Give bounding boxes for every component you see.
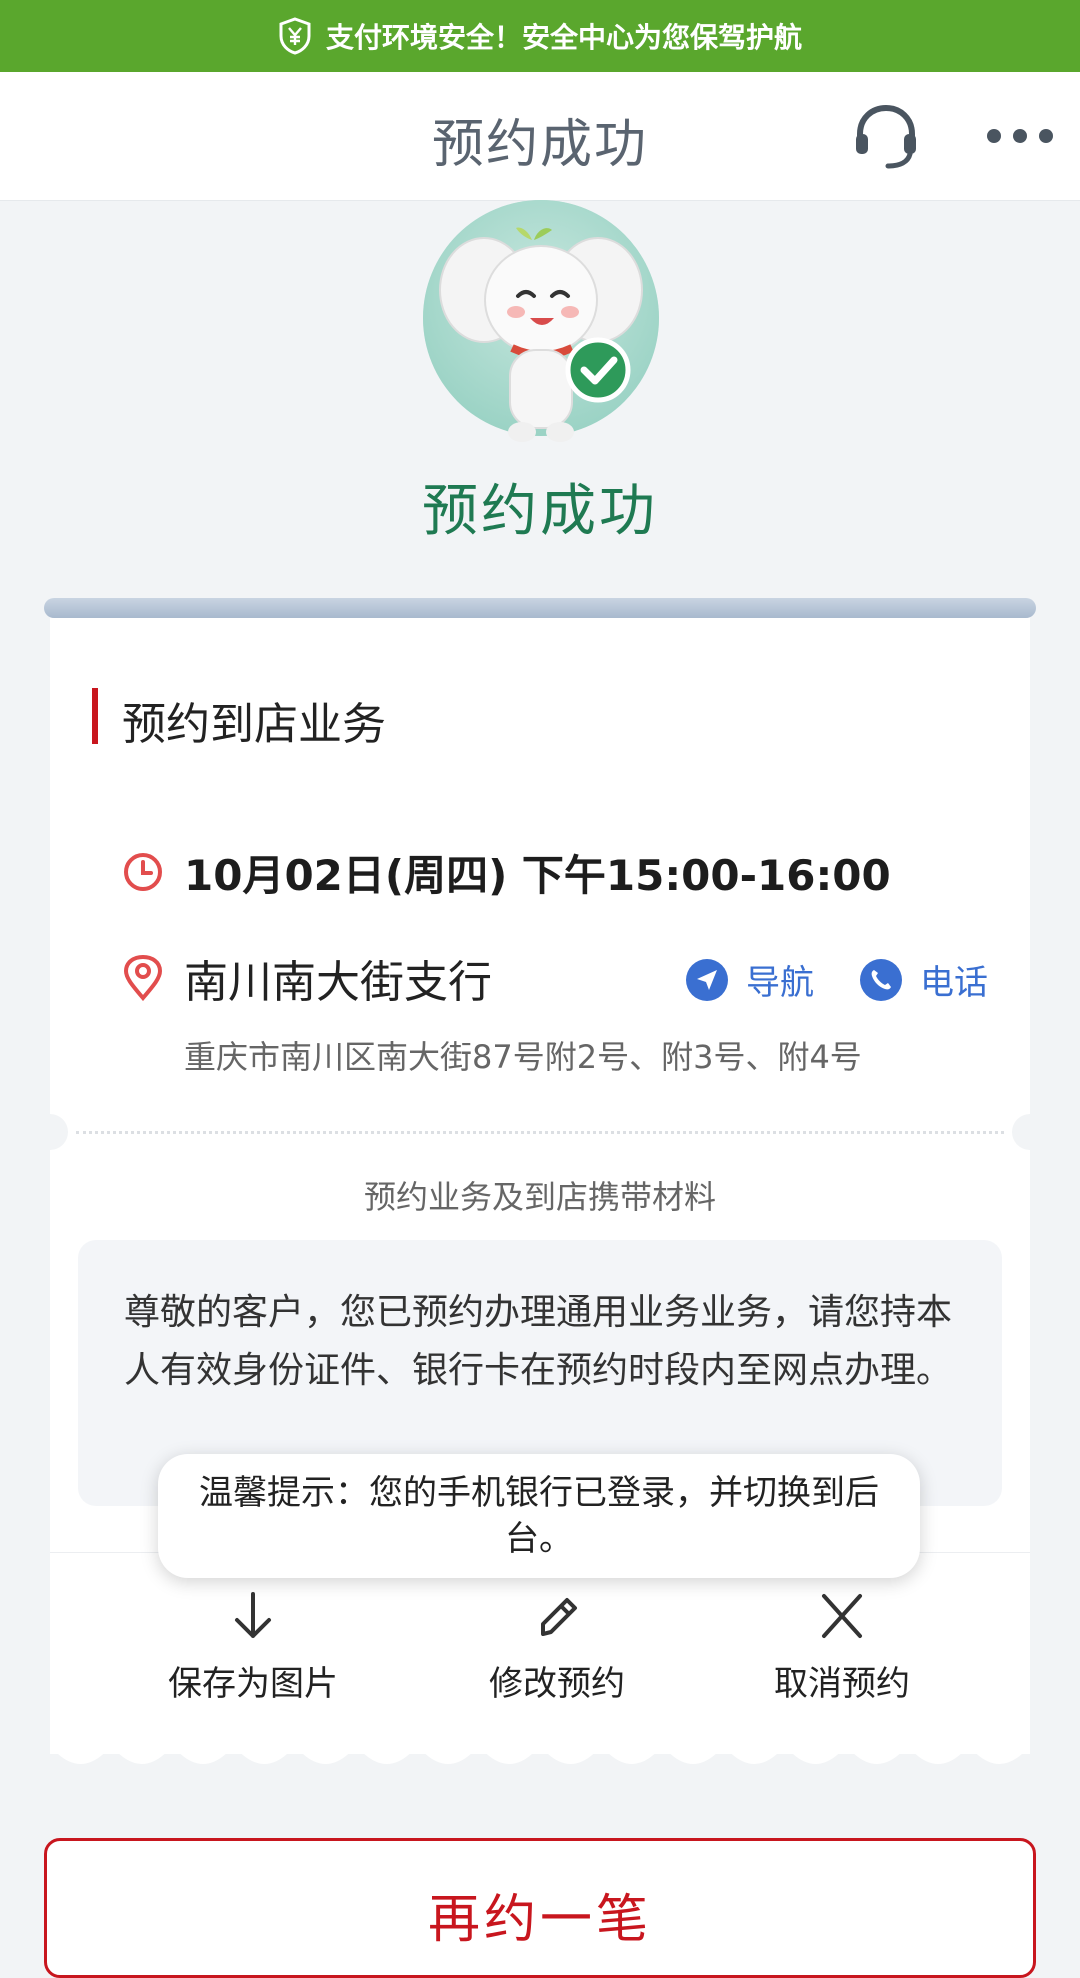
ticket-notch-left — [32, 1114, 68, 1150]
section-marker — [92, 688, 98, 744]
ticket-notch-right — [1012, 1114, 1048, 1150]
modify-appointment-label: 修改预约 — [489, 1664, 625, 1704]
book-again-label: 再约一笔 — [427, 1890, 652, 1950]
ticket-scallop-edge — [50, 1744, 1030, 1774]
navigation-arrow-icon — [686, 958, 728, 1001]
toast-message: 温馨提示：您的手机银行已登录，并切换到后台。 — [158, 1454, 920, 1578]
appointment-time-row: 10月02日(周四) 下午15:00-16:00 — [122, 844, 891, 900]
materials-title: 预约业务及到店携带材料 — [363, 1178, 716, 1216]
phone-icon — [860, 958, 902, 1001]
card-top-bar — [44, 598, 1036, 618]
save-image-button[interactable]: 保存为图片 — [143, 1590, 363, 1705]
security-banner-text: 支付环境安全！安全中心为您保驾护航 — [325, 21, 802, 54]
appointment-time: 10月02日(周四) 下午15:00-16:00 — [184, 850, 891, 900]
section-title: 预约到店业务 — [122, 699, 386, 750]
modify-appointment-button[interactable]: 修改预约 — [447, 1590, 667, 1705]
security-banner: 支付环境安全！安全中心为您保驾护航 — [0, 0, 1080, 72]
clock-icon — [124, 853, 162, 891]
toast-text: 温馨提示：您的手机银行已登录，并切换到后台。 — [199, 1473, 879, 1559]
more-dots-icon[interactable] — [980, 112, 1060, 160]
notice-text: 尊敬的客户，您已预约办理通用业务业务，请您持本人有效身份证件、银行卡在预约时段内… — [124, 1292, 953, 1391]
branch-address: 重庆市南川区南大街87号附2号、附3号、附4号 — [184, 1038, 862, 1076]
save-image-label: 保存为图片 — [168, 1664, 338, 1704]
page-header: 预约成功 — [0, 72, 1080, 201]
cancel-appointment-label: 取消预约 — [774, 1664, 910, 1704]
branch-row: 南川南大街支行 — [122, 950, 492, 1008]
book-again-button[interactable]: 再约一笔 — [44, 1838, 1036, 1978]
cancel-appointment-button[interactable]: 取消预约 — [732, 1590, 952, 1705]
call-label: 电话 — [920, 963, 988, 1003]
success-title: 预约成功 — [422, 479, 658, 544]
dashed-divider — [76, 1131, 1004, 1134]
headset-icon[interactable] — [850, 100, 922, 172]
elephant-mascot-check — [423, 200, 659, 442]
edit-pencil-icon — [541, 1598, 577, 1636]
close-x-icon — [822, 1594, 862, 1638]
shield-yen-icon — [279, 17, 311, 55]
call-button[interactable]: 电话 — [860, 955, 988, 1004]
navigate-label: 导航 — [746, 963, 814, 1003]
download-arrow-icon — [235, 1592, 271, 1638]
location-pin-icon — [123, 955, 163, 1001]
navigate-button[interactable]: 导航 — [686, 955, 814, 1004]
branch-name: 南川南大街支行 — [184, 957, 492, 1008]
